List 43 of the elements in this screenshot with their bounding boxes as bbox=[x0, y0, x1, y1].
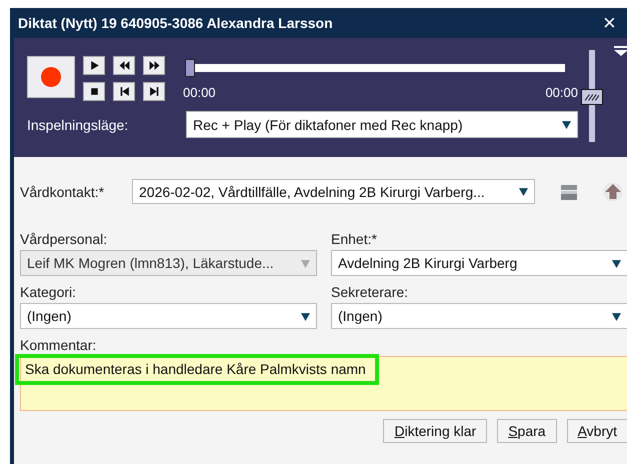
rewind-button[interactable] bbox=[113, 56, 135, 75]
caret-icon bbox=[301, 258, 310, 268]
contact-dropdown[interactable]: 2026-02-02, Vårdtillfälle, Avdelning 2B Kirurgi Varberg... bbox=[132, 179, 535, 204]
dialog-button[interactable]: Diktering klar bbox=[383, 419, 488, 443]
close-button[interactable]: × bbox=[603, 12, 627, 34]
volume-slider[interactable] bbox=[581, 89, 603, 105]
skip-start-button[interactable] bbox=[113, 82, 135, 101]
caret-icon bbox=[612, 312, 621, 320]
field-label: Vårdpersonal: bbox=[20, 231, 108, 247]
caret-icon bbox=[519, 187, 528, 196]
field-label: Sekreterare: bbox=[331, 284, 410, 300]
dialog-button[interactable]: Avbryt bbox=[566, 419, 627, 443]
field-dropdown[interactable]: Avdelning 2B Kirurgi Varberg bbox=[331, 250, 627, 276]
field-dropdown[interactable]: (Ingen) bbox=[331, 303, 627, 329]
mode-label: Inspelningsläge: bbox=[27, 116, 130, 132]
play-button[interactable] bbox=[83, 56, 105, 75]
rewind-icon bbox=[118, 60, 130, 71]
caret-icon bbox=[301, 312, 310, 320]
caret-icon bbox=[562, 120, 571, 129]
fast-forward-icon bbox=[148, 60, 160, 71]
play-icon bbox=[88, 60, 100, 71]
field-label: Kategori: bbox=[20, 284, 78, 300]
window-title: Diktat (Nytt) 19 640905-3086 Alexandra Larsson bbox=[18, 15, 334, 31]
mode-dropdown[interactable]: Rec + Play (För diktafoner med Rec knapp) bbox=[186, 111, 578, 138]
contact-label: Vårdkontakt:* bbox=[20, 184, 106, 200]
field-label: Enhet:* bbox=[331, 231, 378, 247]
stop-button[interactable] bbox=[83, 82, 105, 101]
caret-icon bbox=[612, 258, 621, 268]
stop-icon bbox=[88, 86, 100, 97]
dropdown-menu-icon[interactable] bbox=[614, 46, 627, 56]
dialog-button[interactable]: Spara bbox=[497, 419, 557, 443]
total-time: 00:00 bbox=[545, 85, 578, 100]
comment-label: Kommentar: bbox=[20, 337, 98, 353]
position-slider[interactable] bbox=[185, 59, 195, 77]
skip-start-icon bbox=[118, 86, 130, 97]
fast-forward-button[interactable] bbox=[143, 56, 165, 75]
field-dropdown[interactable]: (Ingen) bbox=[20, 303, 317, 329]
up-arrow-icon[interactable] bbox=[603, 182, 623, 202]
elapsed-time: 00:00 bbox=[183, 85, 216, 100]
comment-text: Ska dokumenteras i handledare Kåre Palmkvists namn bbox=[15, 354, 379, 385]
skip-end-button[interactable] bbox=[143, 82, 165, 101]
skip-end-icon bbox=[148, 86, 160, 97]
record-button[interactable] bbox=[27, 56, 75, 98]
